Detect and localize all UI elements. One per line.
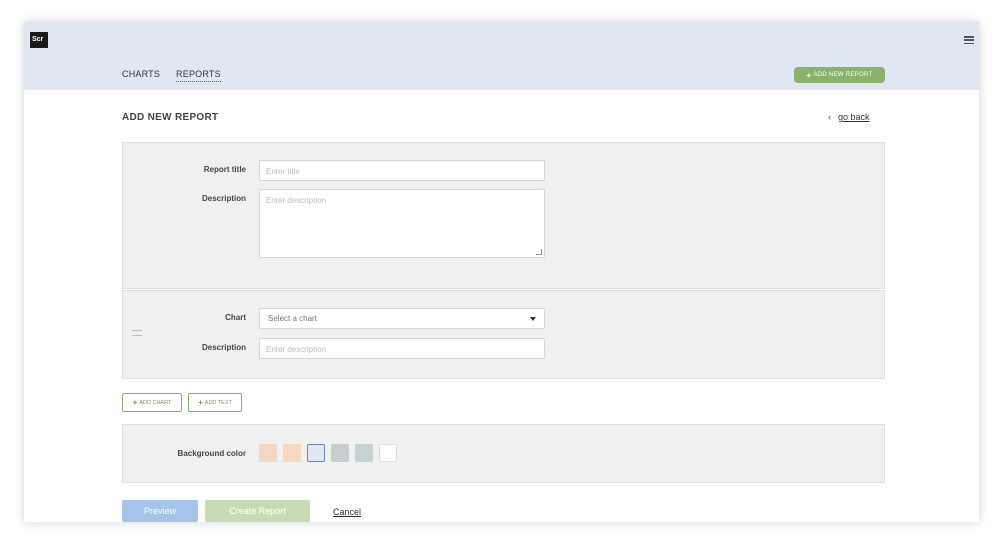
color-swatch-2[interactable] xyxy=(283,444,301,462)
background-color-label: Background color xyxy=(177,449,246,458)
add-chart-button[interactable]: + ADD CHART xyxy=(122,393,182,412)
logo[interactable]: Scr xyxy=(30,32,48,48)
color-swatch-6[interactable] xyxy=(379,444,397,462)
create-report-button[interactable]: Create Report xyxy=(205,500,310,522)
color-swatch-5[interactable] xyxy=(355,444,373,462)
color-swatch-4[interactable] xyxy=(331,444,349,462)
description-label: Description xyxy=(201,194,246,203)
plus-icon: + xyxy=(132,398,138,407)
go-back-link[interactable]: ‹ go back xyxy=(828,112,870,122)
drag-handle-icon[interactable] xyxy=(132,330,142,336)
report-details-panel: Report title Enter title Description Ent… xyxy=(122,142,885,289)
add-new-report-label: ADD NEW REPORT xyxy=(813,72,873,78)
cancel-link[interactable]: Cancel xyxy=(333,507,361,517)
nav-reports[interactable]: REPORTS xyxy=(176,69,221,82)
color-swatches xyxy=(259,444,397,462)
add-text-button[interactable]: + ADD TEXT xyxy=(188,393,242,412)
go-back-label: go back xyxy=(838,112,870,122)
page-title: ADD NEW REPORT xyxy=(122,112,219,123)
chart-select-value: Select a chart xyxy=(268,314,317,323)
add-new-report-button[interactable]: + ADD NEW REPORT xyxy=(794,67,885,83)
plus-icon: + xyxy=(806,70,812,80)
plus-icon: + xyxy=(198,398,203,407)
nav-charts[interactable]: CHARTS xyxy=(122,69,160,82)
menu-icon[interactable] xyxy=(964,36,974,44)
report-title-input[interactable]: Enter title xyxy=(259,160,545,181)
caret-down-icon xyxy=(530,316,536,321)
color-swatch-3[interactable] xyxy=(307,444,325,462)
chart-select[interactable]: Select a chart xyxy=(259,308,545,329)
background-color-panel: Background color xyxy=(122,424,885,483)
report-title-label: Report title xyxy=(203,165,246,174)
top-header: Scr CHARTS REPORTS + ADD NEW REPORT xyxy=(24,22,979,90)
resize-handle-icon[interactable] xyxy=(536,249,542,255)
report-description-textarea[interactable]: Enter description xyxy=(259,189,545,258)
chart-block-panel: Chart Select a chart Description Enter d… xyxy=(122,290,885,379)
chart-label: Chart xyxy=(225,313,246,322)
chart-description-label: Description xyxy=(201,343,246,352)
main-nav: CHARTS REPORTS xyxy=(122,69,221,82)
app-window: Scr CHARTS REPORTS + ADD NEW REPORT ADD … xyxy=(24,22,979,522)
description-placeholder: Enter description xyxy=(266,196,327,205)
color-swatch-1[interactable] xyxy=(259,444,277,462)
add-text-label: ADD TEXT xyxy=(204,399,232,406)
add-chart-label: ADD CHART xyxy=(139,399,172,406)
chart-description-input[interactable]: Enter description xyxy=(259,338,545,359)
preview-button[interactable]: Preview xyxy=(122,500,198,522)
chevron-left-icon: ‹ xyxy=(828,112,831,122)
